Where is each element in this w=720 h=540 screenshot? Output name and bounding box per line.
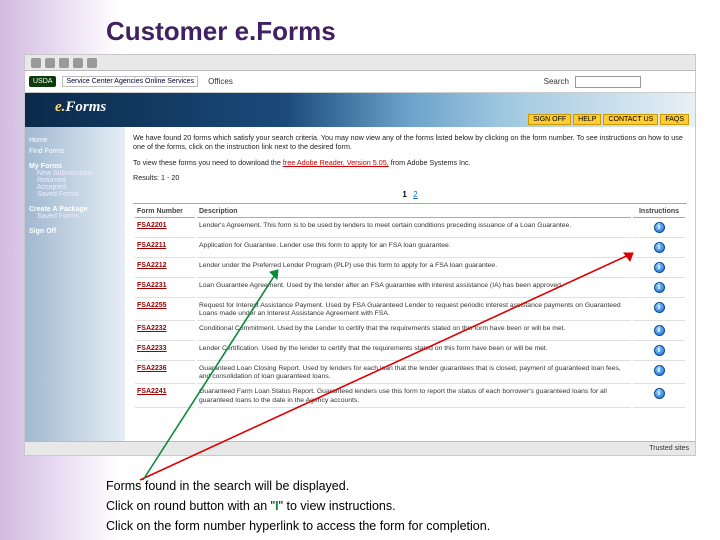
form-link[interactable]: FSA2212 <box>137 262 167 269</box>
form-link[interactable]: FSA2232 <box>137 325 167 332</box>
refresh-icon[interactable] <box>73 58 83 68</box>
col-desc: Description <box>197 206 631 218</box>
info-icon[interactable] <box>654 302 665 313</box>
status-bar: Trusted sites <box>25 441 695 455</box>
trusted-sites: Trusted sites <box>649 445 689 452</box>
form-desc: Conditional Commitment. Used by the Lend… <box>197 323 631 341</box>
contact-button[interactable]: CONTACT US <box>603 114 658 125</box>
app-screenshot: USDA Service Center Agencies Online Serv… <box>24 54 696 456</box>
form-desc: Guaranteed Loan Closing Report. Used by … <box>197 363 631 384</box>
nav-new[interactable]: New Submissions <box>37 170 121 177</box>
form-desc: Lender under the Preferred Lender Progra… <box>197 260 631 278</box>
info-icon[interactable] <box>654 282 665 293</box>
form-link[interactable]: FSA2211 <box>137 242 166 249</box>
form-link[interactable]: FSA2231 <box>137 282 167 289</box>
form-desc: Lender's Agreement. This form is to be u… <box>197 220 631 238</box>
reader-link[interactable]: free Adobe Reader, Version 5.05, <box>283 158 389 167</box>
table-row: FSA2236 Guaranteed Loan Closing Report. U… <box>135 363 685 384</box>
home-icon[interactable] <box>87 58 97 68</box>
table-row: FSA2211 Application for Guarantee. Lender… <box>135 240 685 258</box>
info-icon[interactable] <box>654 242 665 253</box>
col-form: Form Number <box>135 206 195 218</box>
form-link[interactable]: FSA2233 <box>137 345 167 352</box>
table-row: FSA2201 Lender's Agreement. This form is … <box>135 220 685 238</box>
form-link[interactable]: FSA2241 <box>137 388 167 395</box>
nav-saved-pkg[interactable]: Saved Forms <box>37 213 121 220</box>
main-panel: We have found 20 forms which satisfy you… <box>125 127 695 455</box>
pager: 1 2 <box>133 190 687 199</box>
table-row: FSA2232 Conditional Commitment. Used by t… <box>135 323 685 341</box>
nav-saved[interactable]: Saved Forms <box>37 191 121 198</box>
sca-label: Service Center Agencies Online Services <box>62 76 198 87</box>
nav-signoff[interactable]: Sign Off <box>29 228 121 235</box>
info-icon[interactable] <box>654 325 665 336</box>
form-desc: Application for Guarantee. Lender use th… <box>197 240 631 258</box>
table-row: FSA2255 Request for Interest Assistance P… <box>135 300 685 321</box>
annotations: Forms found in the search will be displa… <box>106 476 490 536</box>
form-desc: Lender Certification. Used by the lender… <box>197 343 631 361</box>
help-button[interactable]: HELP <box>573 114 601 125</box>
annotation-2: Click on round button with an "I" to vie… <box>106 496 490 516</box>
nav-myforms: My Forms <box>29 163 121 170</box>
form-link[interactable]: FSA2201 <box>137 222 167 229</box>
form-desc: Loan Guarantee Agreement. Used by the le… <box>197 280 631 298</box>
browser-toolbar <box>25 55 695 71</box>
back-icon[interactable] <box>31 58 41 68</box>
annotation-1: Forms found in the search will be displa… <box>106 476 490 496</box>
page-1: 1 <box>402 190 406 199</box>
info-icon[interactable] <box>654 222 665 233</box>
offices-tab[interactable]: Offices <box>208 77 233 86</box>
intro-text: We have found 20 forms which satisfy you… <box>133 133 687 152</box>
nav-home[interactable]: Home <box>29 137 121 144</box>
forms-table: Form Number Description Instructions FSA… <box>133 203 687 410</box>
form-link[interactable]: FSA2255 <box>137 302 167 309</box>
nav-accepted[interactable]: Accepted <box>37 184 121 191</box>
signoff-button[interactable]: SIGN OFF <box>528 114 571 125</box>
results-count: Results: 1 - 20 <box>133 173 687 182</box>
stop-icon[interactable] <box>59 58 69 68</box>
slide-title: Customer e.Forms <box>106 16 336 47</box>
table-row: FSA2233 Lender Certification. Used by the… <box>135 343 685 361</box>
sidebar: Home Find Forms My Forms New Submissions… <box>25 127 125 455</box>
eforms-logo: e.Forms <box>55 99 106 116</box>
nav-returned[interactable]: Returned <box>37 177 121 184</box>
form-desc: Guaranteed Farm Loan Status Report. Guar… <box>197 386 631 407</box>
page-2[interactable]: 2 <box>413 190 417 199</box>
banner: e.Forms SIGN OFF HELP CONTACT US FAQS <box>25 93 695 127</box>
info-icon[interactable] <box>654 345 665 356</box>
info-icon[interactable] <box>654 388 665 399</box>
faqs-button[interactable]: FAQS <box>660 114 689 125</box>
form-link[interactable]: FSA2236 <box>137 365 167 372</box>
table-row: FSA2231 Loan Guarantee Agreement. Used by… <box>135 280 685 298</box>
reader-note: To view these forms you need to download… <box>133 158 687 167</box>
table-row: FSA2212 Lender under the Preferred Lender… <box>135 260 685 278</box>
nav-find[interactable]: Find Forms <box>29 148 121 155</box>
usda-logo: USDA <box>29 76 56 87</box>
form-desc: Request for Interest Assistance Payment.… <box>197 300 631 321</box>
info-icon[interactable] <box>654 262 665 273</box>
search-input[interactable] <box>575 76 641 88</box>
col-instr: Instructions <box>633 206 685 218</box>
forward-icon[interactable] <box>45 58 55 68</box>
search-label: Search <box>544 77 569 86</box>
table-row: FSA2241 Guaranteed Farm Loan Status Repor… <box>135 386 685 407</box>
nav-create-pkg[interactable]: Create A Package <box>29 206 121 213</box>
annotation-3: Click on the form number hyperlink to ac… <box>106 516 490 536</box>
info-icon[interactable] <box>654 365 665 376</box>
